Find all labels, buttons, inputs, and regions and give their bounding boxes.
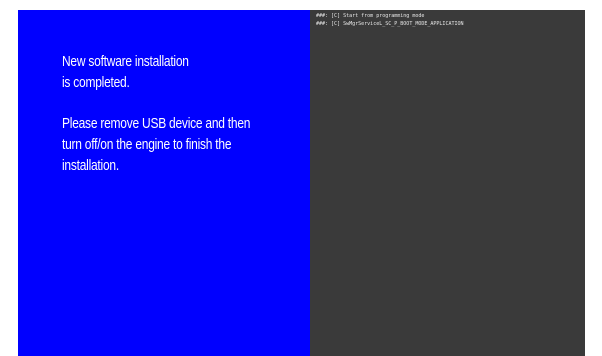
log-line: ###: [C] Start from programming mode — [316, 13, 425, 19]
console-log-panel: ###: [C] Start from programming mode ###… — [310, 10, 585, 356]
console-log: ###: [C] Start from programming mode ###… — [316, 12, 464, 28]
message-line-3: Please remove USB device and then — [62, 115, 251, 132]
message-line-5: installation. — [62, 157, 119, 174]
message-line-4: turn off/on the engine to finish the — [62, 136, 232, 153]
installation-message: New software installation is completed. … — [62, 51, 254, 196]
log-line: ###: [C] SwMgrServiceL_SC_P_BOOT_MODE_AP… — [316, 21, 464, 27]
message-line-2: is completed. — [62, 74, 130, 91]
screen-frame: New software installation is completed. … — [18, 10, 585, 356]
message-line-1: New software installation — [62, 53, 189, 70]
installation-message-panel: New software installation is completed. … — [18, 10, 310, 356]
